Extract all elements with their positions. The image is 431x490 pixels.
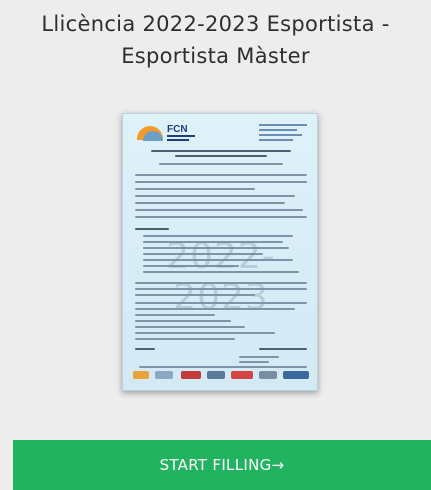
logo-subtitle-line	[167, 139, 189, 141]
document-heading-line	[151, 150, 291, 152]
document-text-line	[135, 302, 307, 304]
document-text-line	[135, 308, 295, 310]
document-field-line	[135, 195, 295, 197]
document-text-line	[135, 288, 307, 290]
document-signature-label	[259, 348, 307, 350]
document-field-line	[135, 181, 307, 183]
form-title-line-1: Llicència 2022-2023 Esportista -	[41, 12, 390, 36]
document-watermark: 2022-2023	[166, 236, 276, 318]
form-title: Llicència 2022-2023 Esportista - Esporti…	[0, 8, 431, 72]
document-field-line	[135, 202, 285, 204]
document-text-line	[135, 282, 307, 284]
document-text-line	[159, 163, 283, 165]
logo-subtitle-line	[167, 135, 195, 137]
document-text-line	[135, 320, 231, 322]
document-text-line	[135, 294, 255, 296]
document-text-line	[139, 366, 307, 368]
document-text-line	[239, 356, 279, 358]
document-page: FCN 2022-2023	[122, 113, 318, 391]
document-signature-label	[135, 348, 155, 350]
document-text-line	[135, 326, 245, 328]
document-field-line	[135, 174, 307, 176]
document-field-line	[135, 209, 303, 211]
document-text-line	[135, 314, 215, 316]
start-filling-button[interactable]: START FILLING→	[13, 440, 431, 490]
sponsor-logos	[133, 371, 309, 381]
document-address-block	[259, 124, 307, 144]
document-heading-line	[175, 155, 267, 157]
document-text-line	[135, 338, 235, 340]
document-field-line	[135, 188, 255, 190]
document-section-heading	[135, 228, 169, 230]
document-text-line	[135, 332, 275, 334]
document-logo-text: FCN	[167, 124, 188, 135]
form-title-line-2: Esportista Màster	[121, 44, 310, 68]
document-thumbnail[interactable]: FCN 2022-2023	[122, 113, 318, 391]
document-text-line	[239, 361, 269, 363]
document-field-line	[135, 216, 307, 218]
